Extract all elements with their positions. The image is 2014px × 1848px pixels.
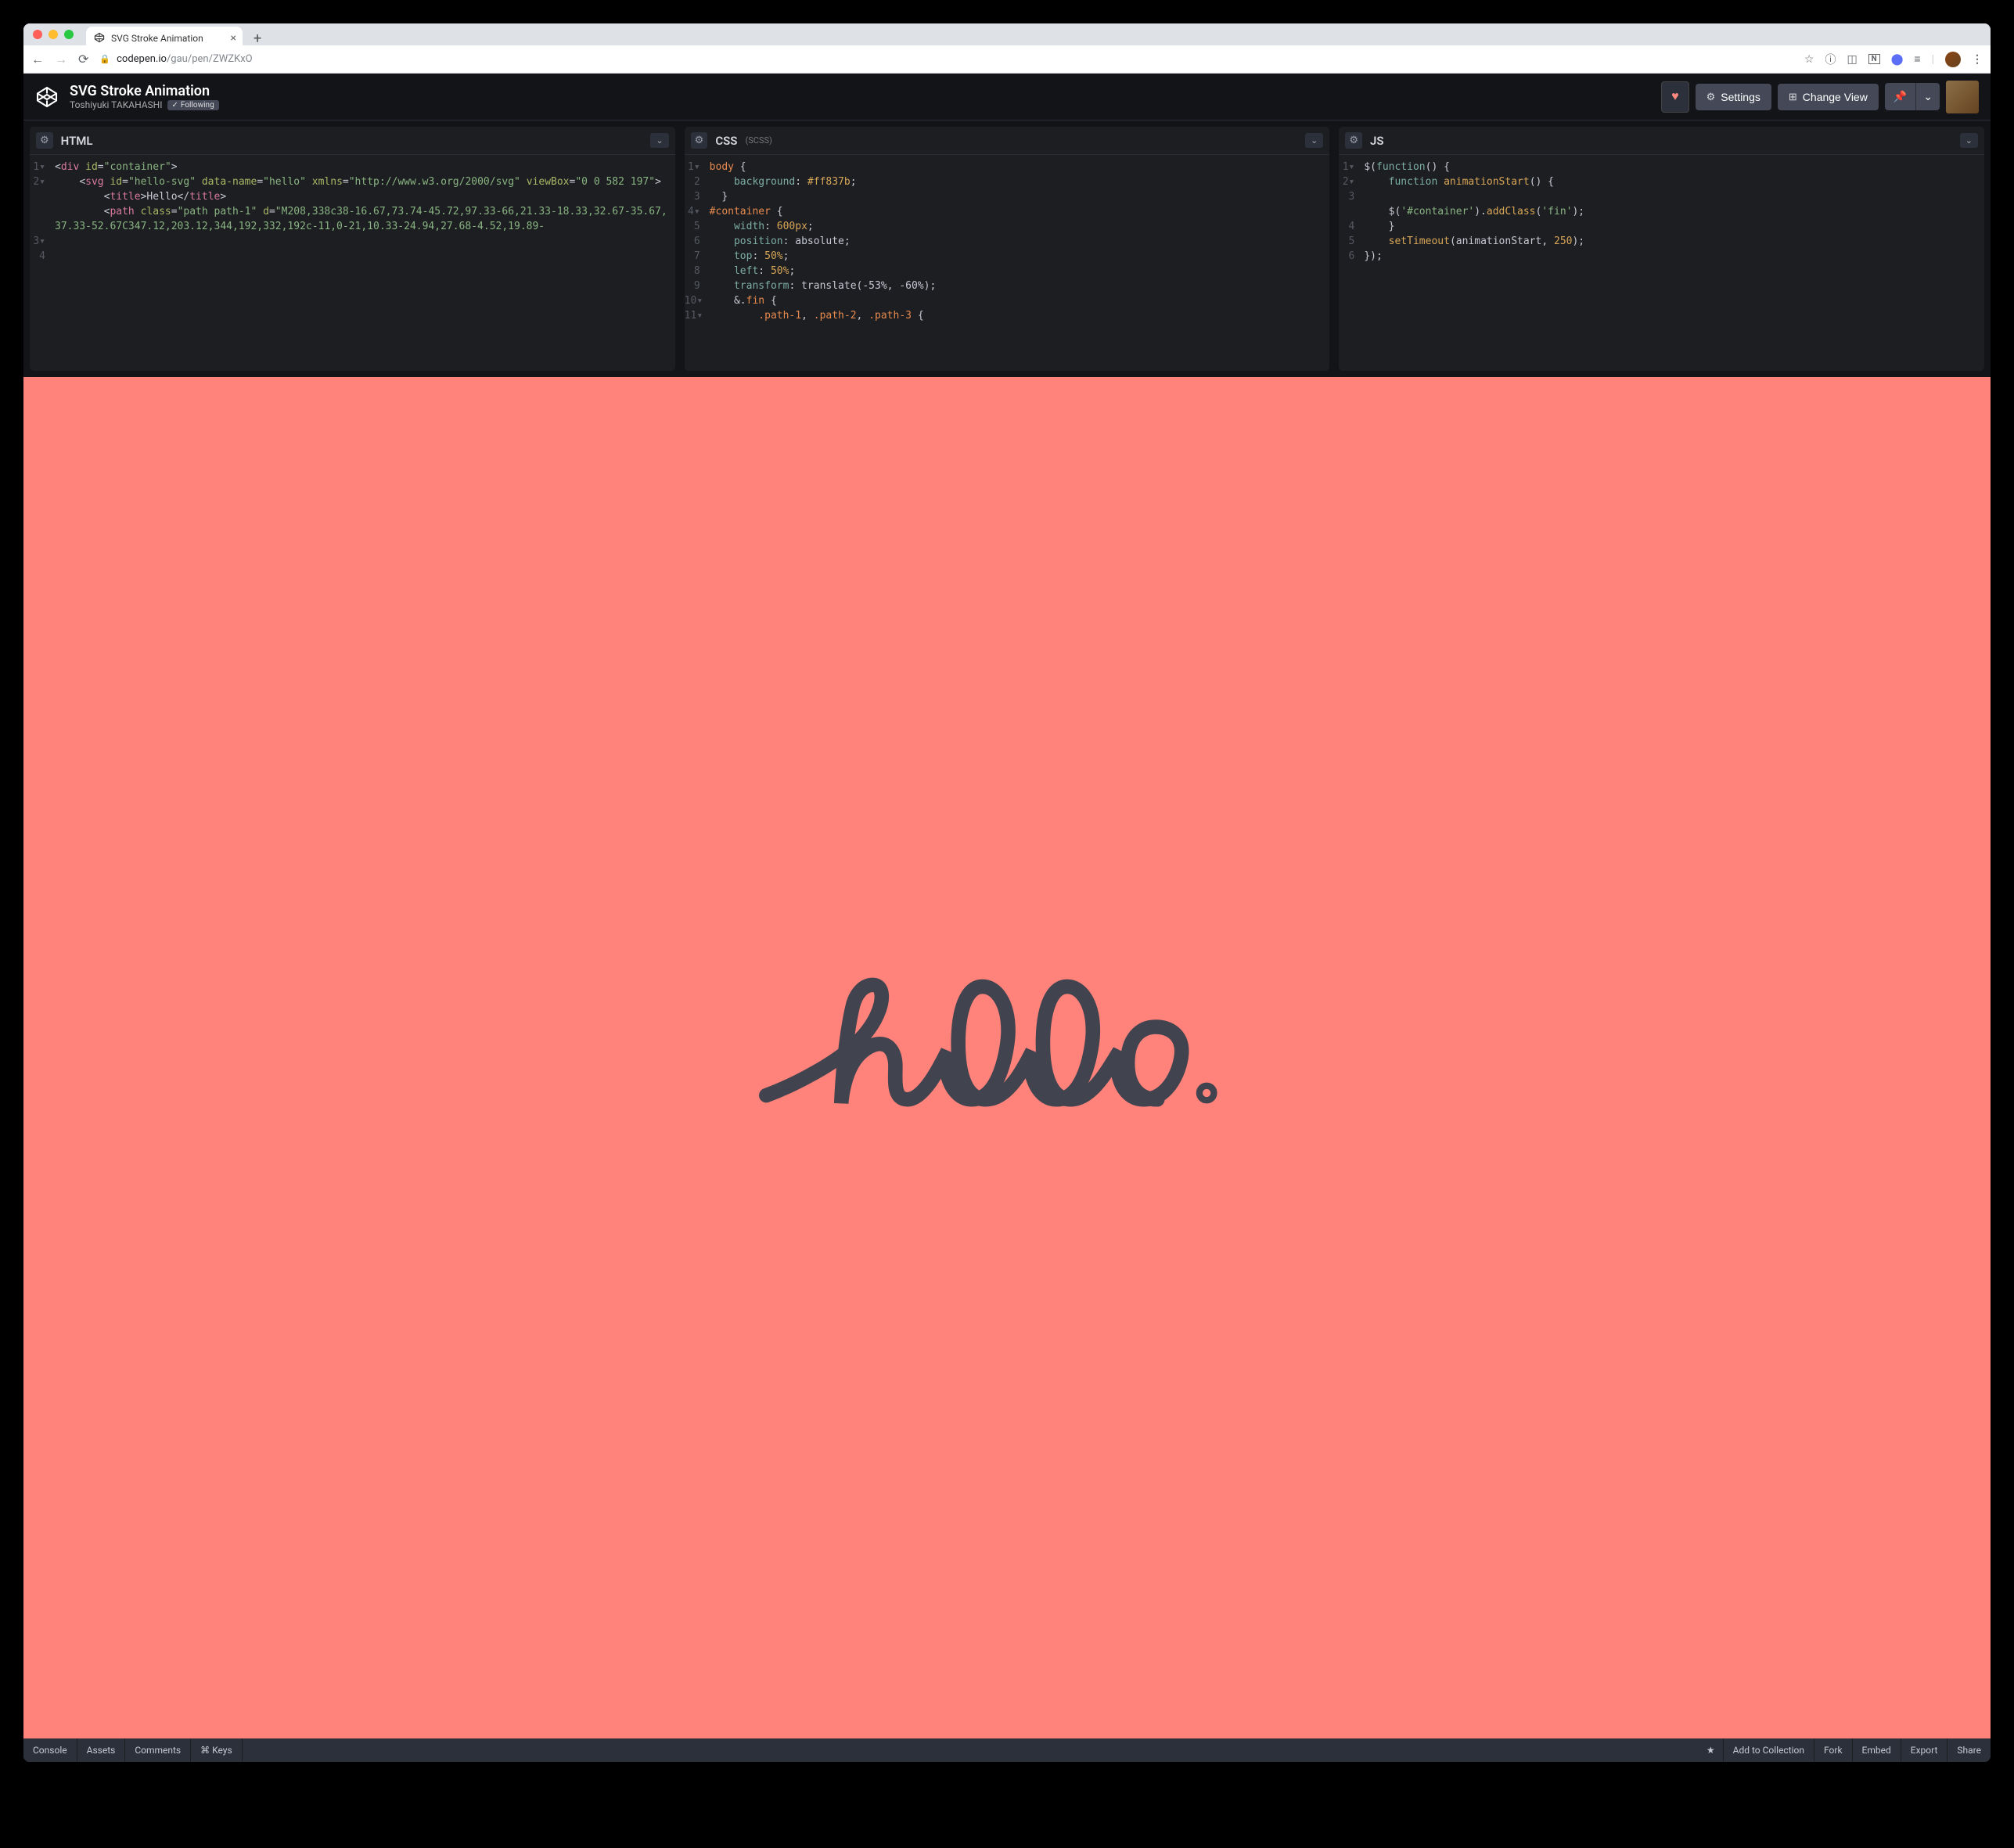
layout-icon: ⊞ xyxy=(1789,91,1797,103)
html-panel: ⚙ HTML ⌄ 1▾2▾3▾4 <div id="container"> <s… xyxy=(30,127,675,371)
css-settings-button[interactable]: ⚙ xyxy=(691,132,708,149)
hello-svg-output xyxy=(758,970,1228,1129)
gear-icon: ⚙ xyxy=(1707,91,1716,103)
codepen-footer: Console Assets Comments ⌘ Keys ★ Add to … xyxy=(23,1738,1991,1762)
maximize-window-button[interactable] xyxy=(64,30,74,39)
minimize-window-button[interactable] xyxy=(49,30,58,39)
heart-icon: ♥ xyxy=(1671,90,1679,104)
css-dropdown-button[interactable]: ⌄ xyxy=(1305,133,1323,148)
tab-title: SVG Stroke Animation xyxy=(111,33,203,44)
panel-sub-css: (SCSS) xyxy=(745,135,771,146)
profile-avatar[interactable] xyxy=(1945,52,1961,67)
codepen-app: SVG Stroke Animation Toshiyuki TAKAHASHI… xyxy=(23,74,1991,1762)
html-dropdown-button[interactable]: ⌄ xyxy=(650,133,668,148)
codepen-header: SVG Stroke Animation Toshiyuki TAKAHASHI… xyxy=(23,74,1991,120)
embed-button[interactable]: Embed xyxy=(1852,1738,1901,1762)
css-panel: ⚙ CSS (SCSS) ⌄ 1▾234▾5678910▾11▾ body { … xyxy=(685,127,1330,371)
following-badge[interactable]: ✓Following xyxy=(167,100,219,110)
html-editor[interactable]: 1▾2▾3▾4 <div id="container"> <svg id="he… xyxy=(30,155,675,371)
js-gutter: 1▾2▾3456 xyxy=(1339,155,1361,371)
url-path: /gau/pen/ZWZKxO xyxy=(167,53,253,65)
html-gutter: 1▾2▾3▾4 xyxy=(30,155,52,371)
js-editor[interactable]: 1▾2▾3456 $(function() { function animati… xyxy=(1339,155,1984,371)
panel-title-html: HTML xyxy=(61,134,93,148)
address-bar[interactable]: 🔒 codepen.io/gau/pen/ZWZKxO xyxy=(99,53,1793,65)
star-icon[interactable]: ★ xyxy=(1699,1745,1723,1756)
tab-close-button[interactable]: × xyxy=(231,32,236,45)
panel-title-js: JS xyxy=(1370,134,1384,148)
editors-row: ⚙ HTML ⌄ 1▾2▾3▾4 <div id="container"> <s… xyxy=(23,120,1991,371)
assets-button[interactable]: Assets xyxy=(77,1738,126,1762)
chevron-down-icon: ⌄ xyxy=(1923,90,1933,103)
css-gutter: 1▾234▾5678910▾11▾ xyxy=(685,155,707,371)
css-editor[interactable]: 1▾234▾5678910▾11▾ body { background: #ff… xyxy=(685,155,1330,371)
browser-tab[interactable]: SVG Stroke Animation × xyxy=(86,27,243,50)
pin-button[interactable]: 📌 xyxy=(1885,83,1915,110)
change-view-button[interactable]: ⊞Change View xyxy=(1778,84,1879,110)
js-panel: ⚙ JS ⌄ 1▾2▾3456 $(function() { function … xyxy=(1339,127,1984,371)
pin-dropdown-button[interactable]: ⌄ xyxy=(1915,83,1940,110)
buffer-icon[interactable]: ≡ xyxy=(1914,52,1920,66)
back-button[interactable]: ← xyxy=(31,52,44,67)
new-tab-button[interactable]: + xyxy=(249,31,266,47)
pen-title: SVG Stroke Animation xyxy=(70,83,219,99)
codepen-logo-icon[interactable] xyxy=(35,85,59,109)
notion-icon[interactable]: N xyxy=(1868,54,1880,64)
close-window-button[interactable] xyxy=(33,30,42,39)
reload-button[interactable]: ⟳ xyxy=(78,52,88,67)
extension-icon[interactable]: ⬤ xyxy=(1891,53,1904,66)
html-settings-button[interactable]: ⚙ xyxy=(36,132,53,149)
extension-icons: ☆ ⓘ ◫ N ⬤ ≡ | ⋮ xyxy=(1804,52,1983,67)
browser-window: SVG Stroke Animation × + ← → ⟳ 🔒 codepen… xyxy=(23,23,1991,1762)
lock-icon: 🔒 xyxy=(99,54,110,64)
extension-icon[interactable]: ◫ xyxy=(1847,53,1857,66)
comments-button[interactable]: Comments xyxy=(125,1738,191,1762)
forward-button[interactable]: → xyxy=(55,52,67,67)
keys-button[interactable]: ⌘ Keys xyxy=(191,1738,243,1762)
export-button[interactable]: Export xyxy=(1901,1738,1947,1762)
fork-button[interactable]: Fork xyxy=(1814,1738,1852,1762)
add-collection-button[interactable]: Add to Collection xyxy=(1723,1738,1814,1762)
info-icon[interactable]: ⓘ xyxy=(1825,52,1836,67)
browser-toolbar: ← → ⟳ 🔒 codepen.io/gau/pen/ZWZKxO ☆ ⓘ ◫ … xyxy=(23,45,1991,74)
user-avatar[interactable] xyxy=(1946,81,1979,113)
heart-button[interactable]: ♥ xyxy=(1661,81,1689,113)
star-icon[interactable]: ☆ xyxy=(1804,53,1814,66)
settings-button[interactable]: ⚙Settings xyxy=(1696,84,1771,110)
window-titlebar: SVG Stroke Animation × + xyxy=(23,23,1991,45)
share-button[interactable]: Share xyxy=(1947,1738,1991,1762)
pin-icon: 📌 xyxy=(1894,90,1907,103)
console-button[interactable]: Console xyxy=(23,1738,77,1762)
preview-pane xyxy=(23,377,1991,1738)
author-name[interactable]: Toshiyuki TAKAHASHI xyxy=(70,99,163,110)
js-dropdown-button[interactable]: ⌄ xyxy=(1960,133,1978,148)
url-domain: codepen.io xyxy=(117,53,167,65)
panel-title-css: CSS xyxy=(715,134,737,148)
browser-menu-button[interactable]: ⋮ xyxy=(1972,53,1983,66)
js-settings-button[interactable]: ⚙ xyxy=(1345,132,1362,149)
traffic-lights xyxy=(33,30,74,39)
favicon-icon xyxy=(94,32,105,45)
